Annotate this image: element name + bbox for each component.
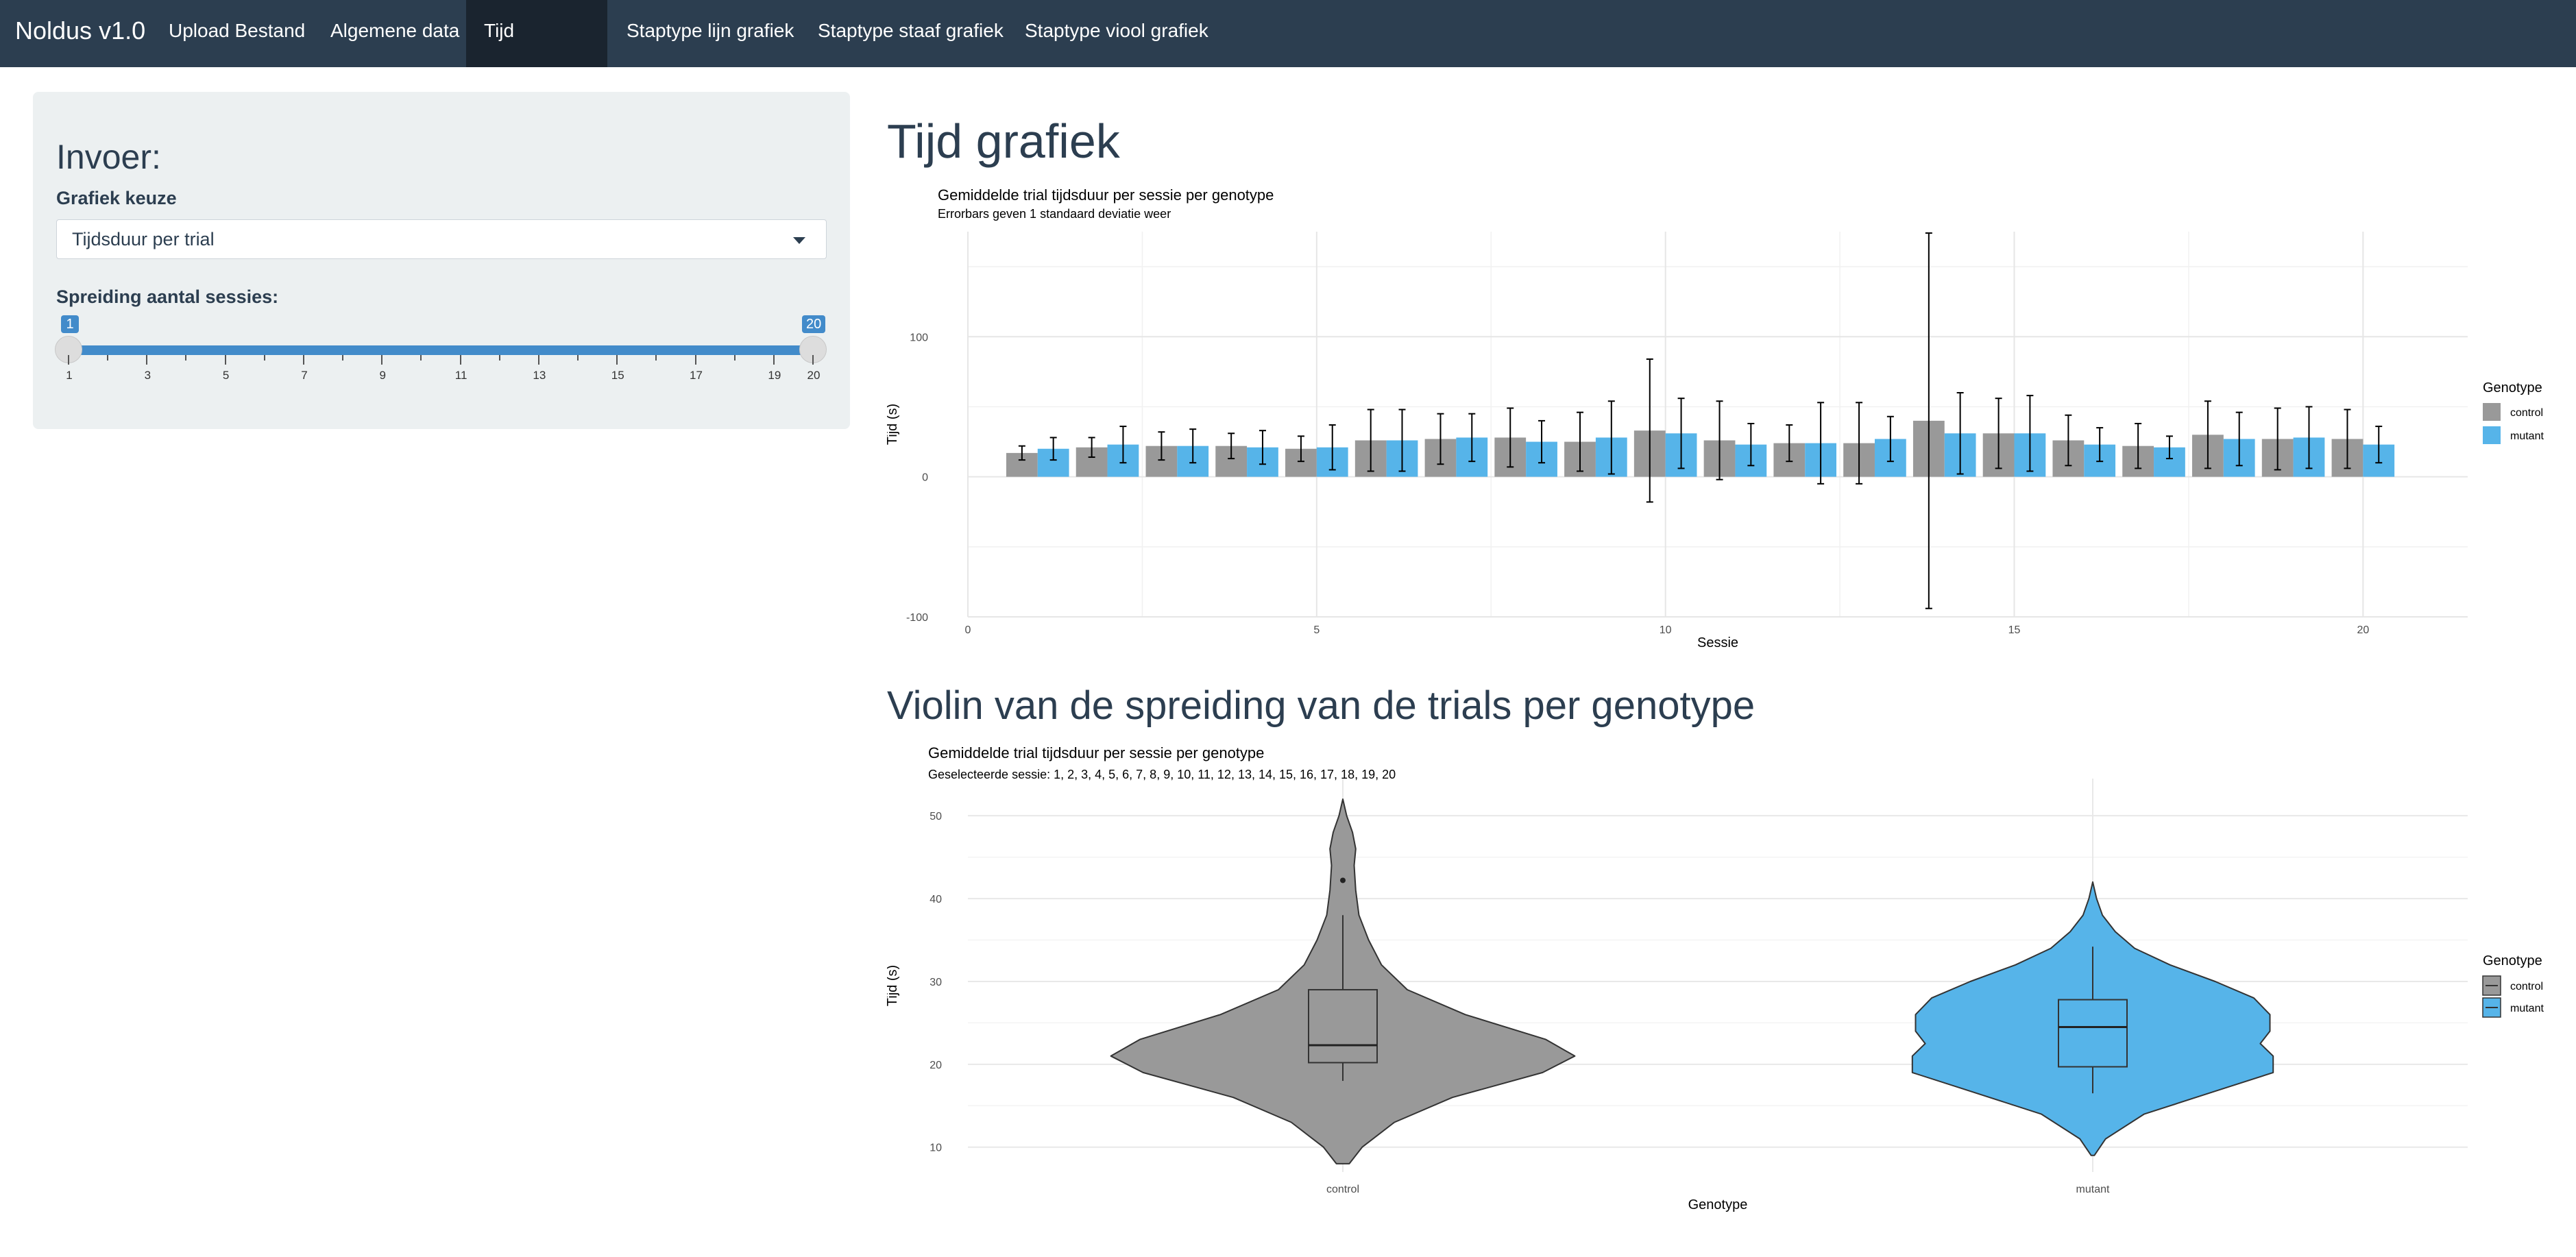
time-bar-chart: Gemiddelde trial tijdsduur per sessie pe…	[887, 186, 2544, 650]
legend-title: Genotype	[2483, 380, 2542, 395]
slider-tick-label: 13	[533, 369, 546, 382]
violin-chart: Gemiddelde trial tijdsduur per sessie pe…	[887, 744, 2544, 1212]
slider-tick-label: 7	[301, 369, 308, 382]
legend-label: mutant	[2510, 1003, 2544, 1014]
slider-tick	[68, 355, 69, 365]
select-value: Tijdsduur per trial	[72, 229, 215, 249]
chevron-down-icon[interactable]	[793, 237, 805, 244]
panel-title: Invoer:	[56, 138, 161, 176]
tab-upload-bestand[interactable]: Upload Bestand	[151, 0, 323, 67]
y-tick-label: 30	[929, 977, 942, 988]
x-tick-label: control	[1326, 1184, 1359, 1195]
slider-tick-label: 3	[144, 369, 151, 382]
slider-tick-label: 9	[379, 369, 386, 382]
y-tick-label: 0	[922, 472, 928, 484]
slider-tick-label: 11	[454, 369, 467, 382]
slider-tick	[694, 355, 696, 365]
slider-tick	[537, 355, 539, 365]
legend-key-mutant	[2483, 426, 2501, 444]
slider-tick-label: 15	[611, 369, 624, 382]
y-tick-label: 100	[910, 332, 928, 343]
tab-staptype-viool-grafiek[interactable]: Staptype viool grafiek	[1007, 0, 1226, 67]
x-tick-label: 10	[1660, 624, 1672, 636]
x-tick-label: 20	[2357, 624, 2369, 636]
tab-staptype-staaf-grafiek[interactable]: Staptype staaf grafiek	[800, 0, 1021, 67]
slider-minor-tick	[107, 355, 109, 361]
legend-label: control	[2510, 407, 2543, 419]
slider-minor-tick	[655, 355, 657, 361]
slider-tick	[146, 355, 148, 365]
slider-minor-tick	[577, 355, 579, 361]
y-axis-label: Tijd (s)	[887, 965, 900, 1006]
boxplot-mutant	[2058, 999, 2128, 1068]
y-tick-label: 10	[929, 1143, 942, 1154]
slider-label: Spreiding aantal sessies:	[56, 286, 279, 307]
slider-tick-label: 19	[768, 369, 781, 382]
slider-minor-tick	[263, 355, 265, 361]
slider-tick-label: 17	[690, 369, 703, 382]
slider-tick	[302, 355, 304, 365]
slider-tick	[459, 355, 461, 365]
y-tick-label: 20	[929, 1060, 942, 1071]
slider-minor-tick	[498, 355, 500, 361]
slider-tick-label: 20	[807, 369, 821, 382]
slider-minor-tick	[420, 355, 422, 361]
slider-minor-tick	[733, 355, 736, 361]
slider-minor-tick	[342, 355, 344, 361]
navbar: Noldus v1.0 Upload Bestand Algemene data…	[0, 0, 2576, 103]
slider-min-badge: 1	[61, 315, 79, 333]
legend-key-control	[2483, 403, 2501, 421]
legend-label: control	[2510, 981, 2543, 992]
tab-algemene-data[interactable]: Algemene data	[313, 0, 477, 67]
slider-tick-label: 5	[222, 369, 230, 382]
brand-title[interactable]: Noldus v1.0	[15, 0, 145, 67]
legend-title: Genotype	[2483, 953, 2542, 968]
session-range-slider[interactable]	[69, 345, 813, 355]
slider-tick	[616, 355, 618, 365]
slider-max-badge: 20	[802, 315, 826, 333]
select-label: Grafiek keuze	[56, 188, 177, 208]
tab-staptype-lijn-grafiek[interactable]: Staptype lijn grafiek	[609, 0, 812, 67]
legend-label: mutant	[2510, 430, 2544, 442]
y-axis-label: Tijd (s)	[887, 404, 900, 445]
input-panel: Invoer: Grafiek keuze Tijdsduur per tria…	[33, 92, 850, 429]
y-tick-label: 40	[929, 894, 942, 905]
boxplot-control	[1308, 989, 1378, 1064]
chart-type-select[interactable]: Tijdsduur per trial	[56, 219, 827, 259]
x-tick-label: 0	[965, 624, 971, 636]
slider-minor-tick	[185, 355, 187, 361]
x-axis-label: Sessie	[1697, 635, 1738, 650]
slider-tick-label: 1	[66, 369, 73, 382]
chart-title: Gemiddelde trial tijdsduur per sessie pe…	[928, 744, 1264, 761]
chart-subtitle: Errorbars geven 1 standaard deviatie wee…	[938, 207, 1171, 221]
y-tick-label: 50	[929, 811, 942, 822]
tab-tijd-grafieken[interactable]: Tijd grafieken	[466, 0, 607, 103]
x-tick-label: 5	[1313, 624, 1320, 636]
outlier-point	[1340, 877, 1346, 883]
chart-title: Gemiddelde trial tijdsduur per sessie pe…	[938, 186, 1274, 204]
slider-tick	[773, 355, 775, 365]
slider-tick	[381, 355, 383, 365]
x-tick-label: mutant	[2076, 1184, 2110, 1195]
slider-tick	[224, 355, 226, 365]
x-axis-label: Genotype	[1688, 1197, 1748, 1212]
chart-subtitle: Geselecteerde sessie: 1, 2, 3, 4, 5, 6, …	[928, 768, 1396, 781]
violin-chart-heading: Violin van de spreiding van de trials pe…	[887, 683, 1755, 728]
y-tick-label: -100	[906, 612, 928, 624]
time-chart-heading: Tijd grafiek	[887, 114, 1120, 168]
x-tick-label: 15	[2008, 624, 2021, 636]
slider-tick	[812, 355, 814, 365]
